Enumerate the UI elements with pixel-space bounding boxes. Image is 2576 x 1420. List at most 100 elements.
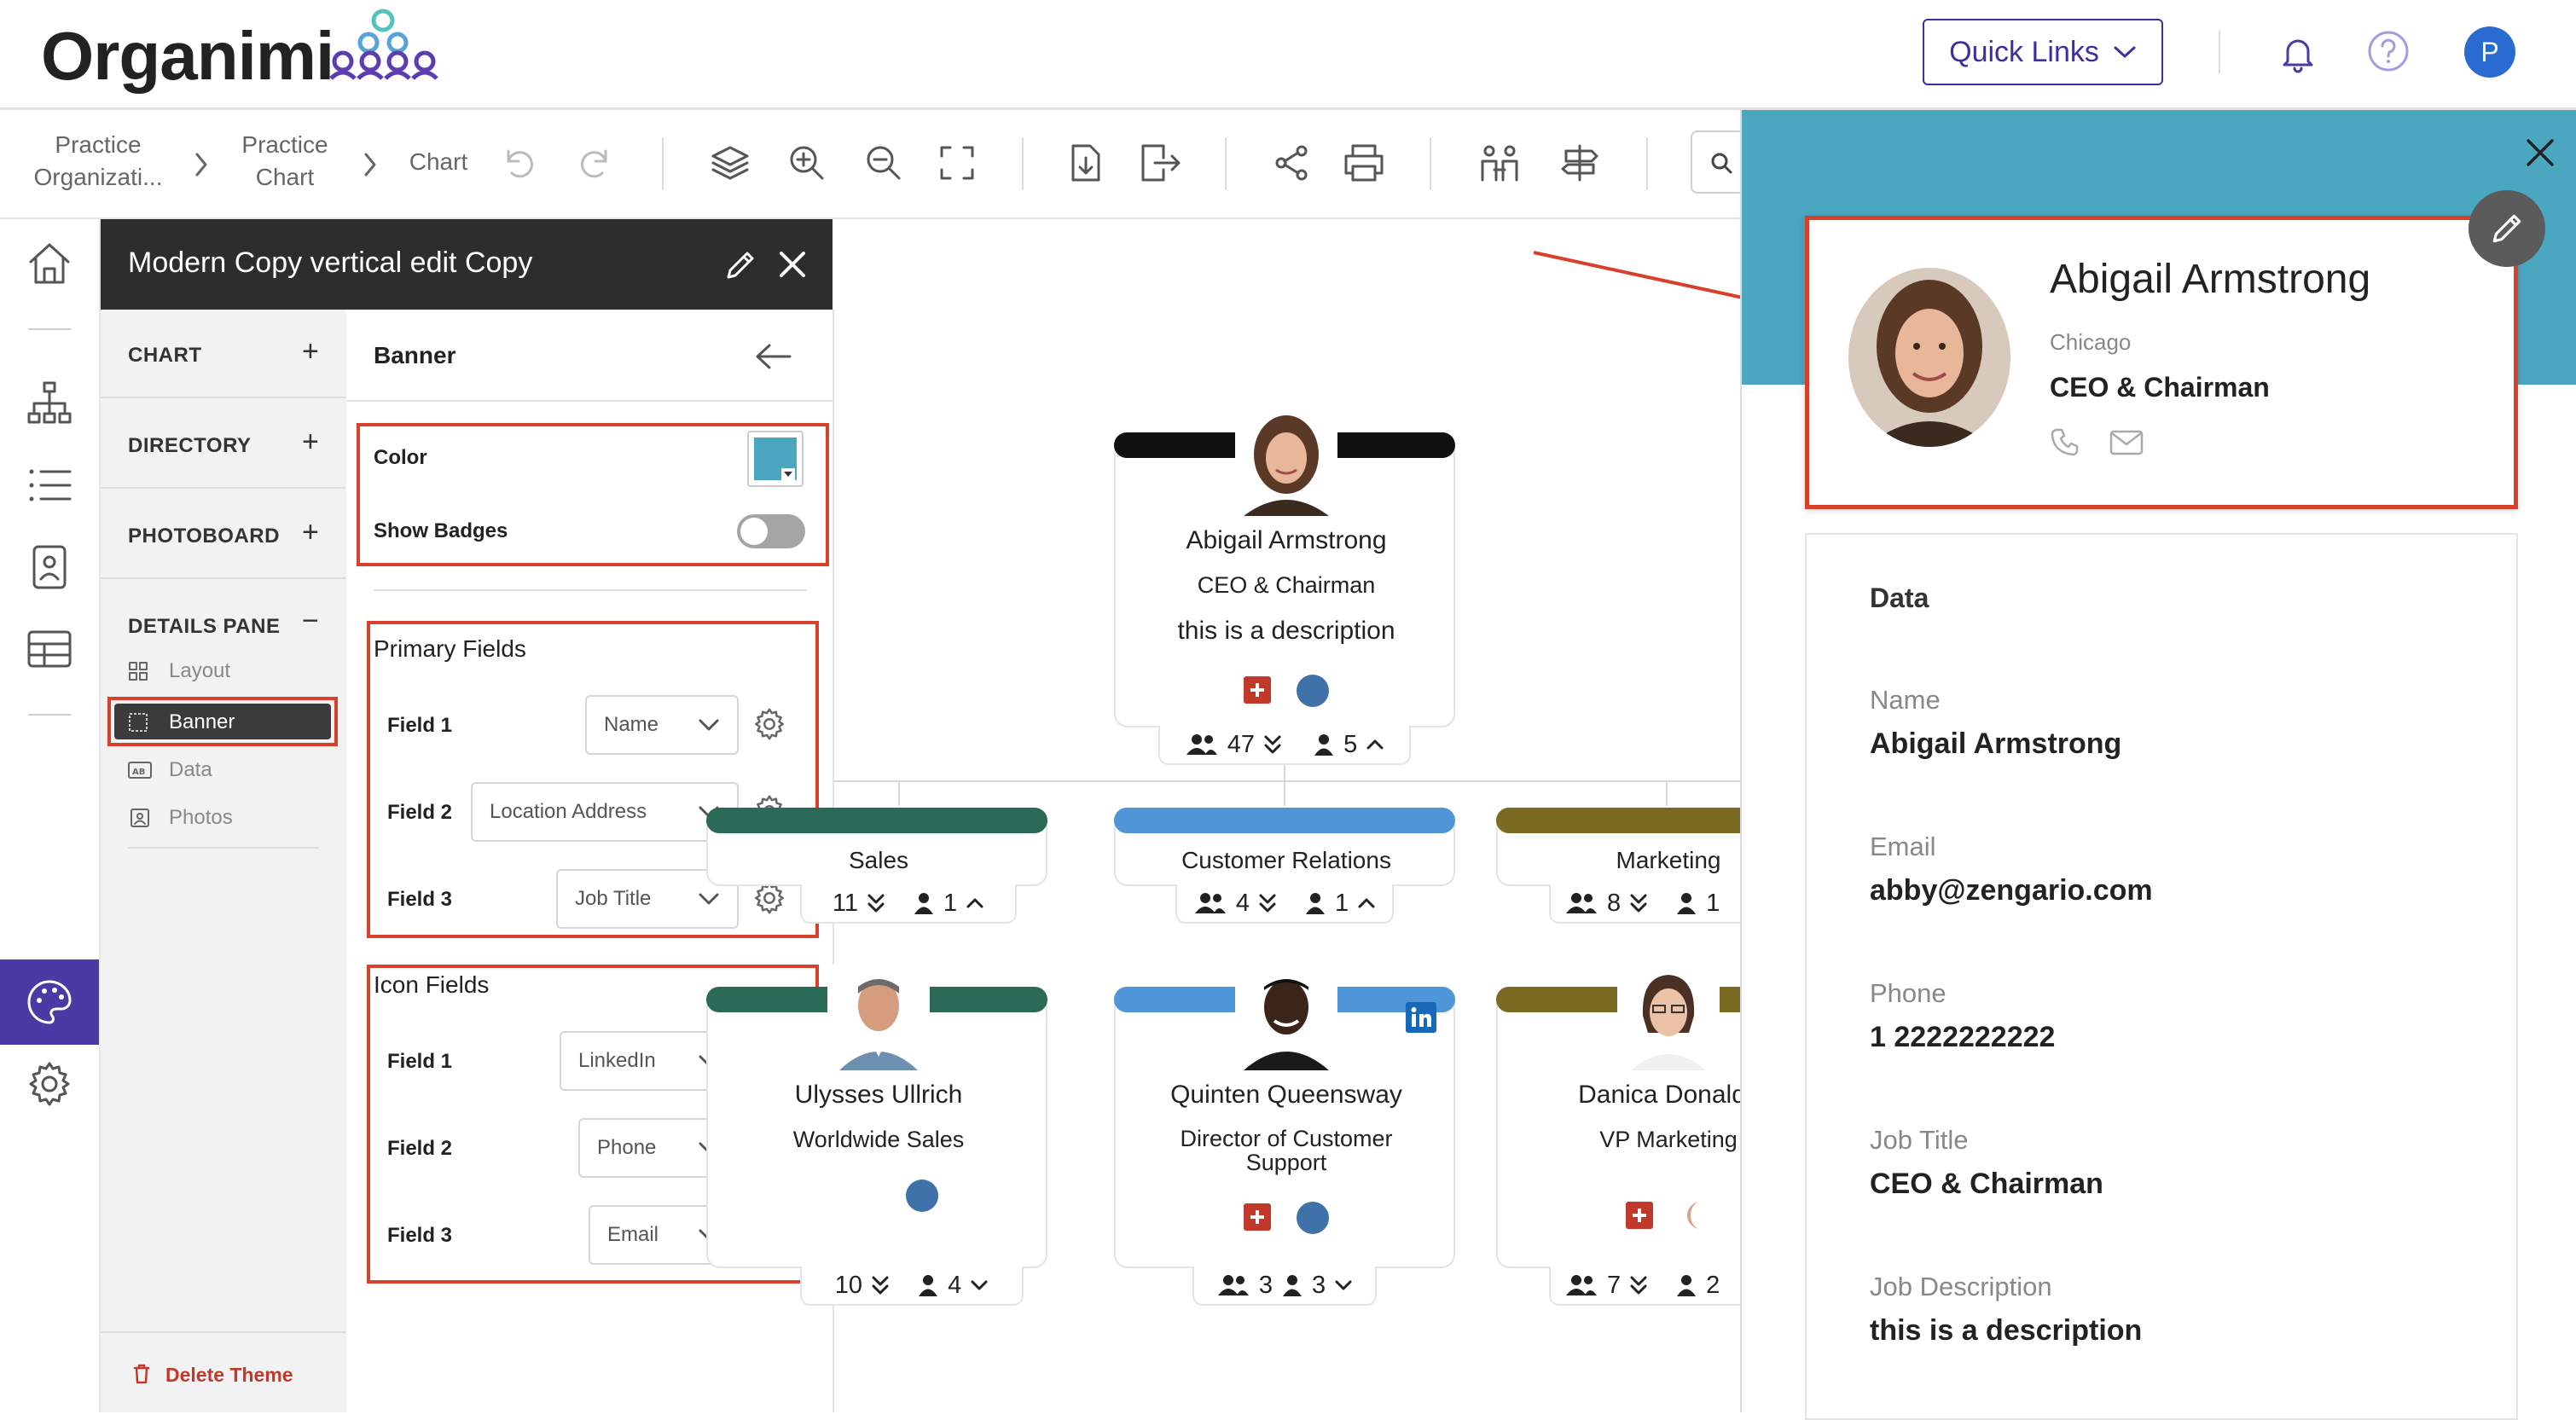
root-person-card[interactable]: Abigail Armstrong CEO & Chairman this is… (1114, 410, 1455, 727)
medical-plus-badge-icon (1244, 676, 1271, 704)
section-photoboard-toggle[interactable]: + (302, 516, 319, 549)
field-value[interactable]: 1 2222222222 (1870, 1021, 2055, 1054)
share-icon[interactable] (1271, 142, 1312, 183)
breadcrumb-organization[interactable]: Practice Organizati... (26, 129, 171, 194)
zoom-out-icon[interactable] (863, 142, 904, 183)
icon-field-2-label: Field 2 (387, 1137, 453, 1160)
department-counts[interactable]: 4 1 (1175, 884, 1394, 924)
org-chart-icon[interactable] (26, 380, 73, 427)
select-value: Job Title (575, 887, 652, 910)
nav-divider (28, 714, 71, 716)
section-directory[interactable]: DIRECTORY (128, 434, 252, 458)
breadcrumb-chart-group[interactable]: Practice Chart (225, 129, 345, 194)
bell-icon[interactable] (2277, 32, 2318, 73)
trash-icon[interactable] (133, 1364, 150, 1384)
redo-icon[interactable] (577, 144, 614, 182)
people-group-icon (1185, 733, 1219, 756)
person-counts[interactable]: 10 4 (800, 1266, 1024, 1306)
field-settings-gear-icon[interactable] (752, 707, 786, 741)
list-icon[interactable] (26, 461, 73, 509)
fit-screen-icon[interactable] (938, 144, 976, 182)
connector-line (1284, 780, 1285, 806)
table-icon[interactable] (26, 625, 73, 673)
toolbar-divider (662, 137, 664, 190)
breadcrumb-current[interactable]: Chart (397, 146, 479, 178)
import-icon[interactable] (1066, 142, 1104, 183)
person-card-ulysses[interactable]: Ulysses Ullrich Worldwide Sales (706, 965, 1047, 1268)
export-icon[interactable] (1138, 142, 1182, 183)
field-label: Job Title (1870, 1125, 1969, 1155)
section-details-pane-toggle[interactable]: − (302, 605, 319, 638)
department-counts[interactable]: 8 1 (1549, 884, 1740, 924)
chevron-up-icon (1357, 896, 1376, 910)
person-counts[interactable]: 7 2 (1549, 1266, 1740, 1306)
person-counts[interactable]: 3 3 (1192, 1266, 1377, 1306)
show-badges-toggle[interactable] (737, 514, 805, 548)
profile-location: Chicago (2050, 329, 2132, 355)
org-chart-canvas[interactable]: Abigail Armstrong CEO & Chairman this is… (706, 219, 1837, 1412)
section-directory-toggle[interactable]: + (302, 426, 319, 459)
section-photoboard[interactable]: PHOTOBOARD (128, 525, 280, 548)
theme-nav-button[interactable] (0, 959, 99, 1045)
close-icon[interactable] (778, 250, 807, 279)
edit-pencil-icon[interactable] (723, 248, 757, 282)
department-card-sales[interactable]: Sales (706, 808, 1047, 886)
total-count: 3 (1258, 1271, 1273, 1299)
card-description: this is a description (1177, 617, 1395, 645)
double-chevron-down-icon (1629, 892, 1648, 914)
direct-count: 4 (948, 1271, 962, 1299)
person-card-quinten[interactable]: Quinten Queensway Director of Customer S… (1114, 965, 1455, 1268)
root-counts[interactable]: 47 5 (1158, 726, 1411, 765)
field-label: Name (1870, 685, 1941, 715)
primary-field-3-label: Field 3 (387, 888, 453, 911)
nav-divider (28, 328, 71, 330)
primary-field-2-select[interactable]: Location Address (471, 782, 739, 842)
people-group-icon (1216, 1273, 1250, 1297)
details-item-banner[interactable]: Banner (169, 710, 235, 734)
home-icon[interactable] (26, 240, 73, 287)
breadcrumb-line: Practice (55, 131, 142, 158)
zoom-in-icon[interactable] (786, 142, 827, 183)
field-settings-gear-icon[interactable] (752, 881, 786, 915)
section-chart[interactable]: CHART (128, 344, 202, 368)
section-divider (101, 487, 346, 489)
status-dot-icon (1297, 675, 1329, 707)
settings-gear-icon[interactable] (26, 1060, 73, 1108)
section-chart-toggle[interactable]: + (302, 335, 319, 368)
linkedin-icon[interactable] (1406, 1002, 1436, 1033)
team-icon[interactable] (1477, 142, 1522, 183)
undo-icon[interactable] (500, 144, 537, 182)
details-item-layout[interactable]: Layout (169, 659, 230, 683)
details-item-photos[interactable]: Photos (169, 806, 233, 830)
card-banner-bar (1114, 808, 1455, 833)
primary-fields-title: Primary Fields (374, 635, 526, 662)
theme-sections-column: CHART + DIRECTORY + PHOTOBOARD + DETAILS… (101, 310, 346, 1412)
person-icon (1675, 891, 1697, 915)
layers-icon[interactable] (710, 142, 751, 183)
details-item-data[interactable]: Data (169, 758, 212, 782)
search-input[interactable] (1691, 130, 1742, 194)
user-avatar[interactable]: P (2464, 26, 2515, 78)
close-icon[interactable] (2523, 136, 2557, 170)
quick-links-button[interactable]: Quick Links (1923, 19, 2163, 85)
breadcrumb-line: Practice (241, 131, 328, 158)
person-photo (1235, 965, 1337, 1070)
section-details-pane[interactable]: DETAILS PANE (128, 615, 280, 639)
print-icon[interactable] (1343, 142, 1385, 183)
email-icon[interactable] (2109, 430, 2144, 455)
breadcrumb-line: Chart (255, 164, 315, 190)
edit-profile-button[interactable] (2469, 190, 2545, 267)
delete-theme-button[interactable]: Delete Theme (165, 1364, 293, 1387)
primary-field-1-select[interactable]: Name (585, 695, 739, 755)
field-value[interactable]: abby@zengario.com (1870, 874, 2153, 907)
signpost-icon[interactable] (1559, 142, 1600, 183)
total-count: 11 (832, 889, 858, 917)
department-counts[interactable]: 11 1 (800, 884, 1017, 924)
phone-icon[interactable] (2050, 426, 2080, 457)
back-arrow-icon[interactable] (754, 342, 793, 371)
department-card-customer-relations[interactable]: Customer Relations (1114, 808, 1455, 886)
directory-icon[interactable] (29, 543, 70, 591)
primary-field-1-label: Field 1 (387, 714, 453, 737)
color-picker-button[interactable] (747, 431, 804, 487)
help-icon[interactable] (2366, 29, 2411, 73)
